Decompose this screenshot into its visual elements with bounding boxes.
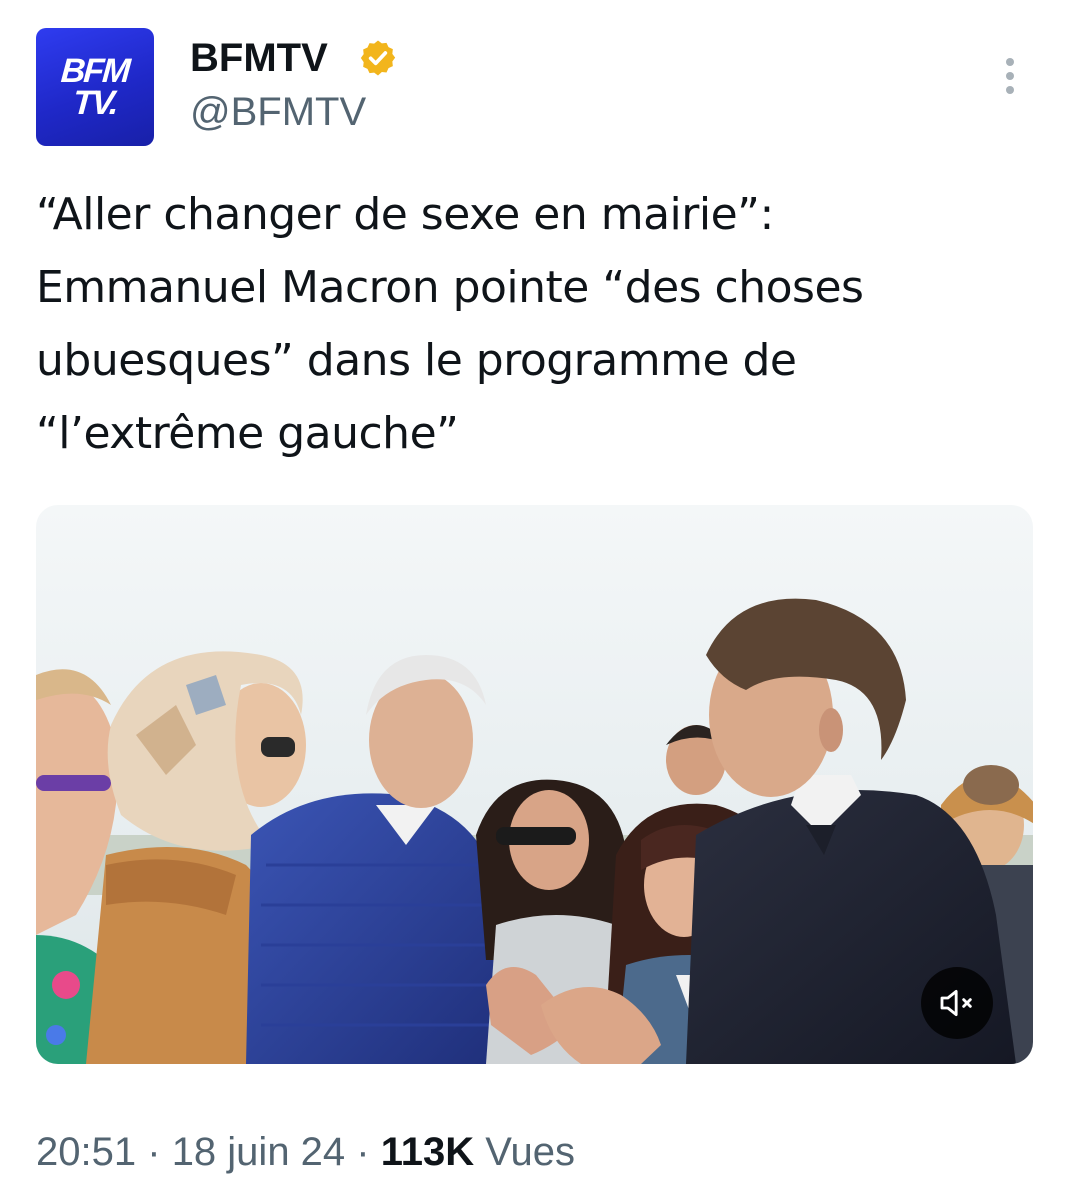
avatar[interactable]: BFM TV. xyxy=(36,28,154,146)
tweet-text: “Aller changer de sexe en mairie”: Emman… xyxy=(36,189,864,459)
account-handle[interactable]: @BFMTV xyxy=(190,88,366,136)
avatar-logo-line-2: TV. xyxy=(71,84,119,122)
tweet-time[interactable]: 20:51 xyxy=(36,1130,136,1174)
more-options-icon[interactable] xyxy=(990,52,1030,100)
views-count[interactable]: 113K xyxy=(381,1130,474,1174)
meta-separator: · xyxy=(147,1130,161,1174)
avatar-logo-line-1: BFM xyxy=(59,52,131,90)
video-thumbnail xyxy=(36,505,1033,1064)
tweet-date[interactable]: 18 juin 24 xyxy=(172,1130,345,1174)
volume-muted-icon xyxy=(940,989,972,1017)
display-name[interactable]: BFMTV xyxy=(190,34,328,82)
tweet-meta: 20:51 · 18 juin 24 · 113K Vues xyxy=(36,1128,575,1176)
mute-toggle-button[interactable] xyxy=(921,967,993,1039)
tweet-video[interactable] xyxy=(36,505,1033,1064)
meta-separator: · xyxy=(356,1130,370,1174)
views-label: Vues xyxy=(485,1130,575,1174)
verified-badge-icon xyxy=(360,40,396,76)
